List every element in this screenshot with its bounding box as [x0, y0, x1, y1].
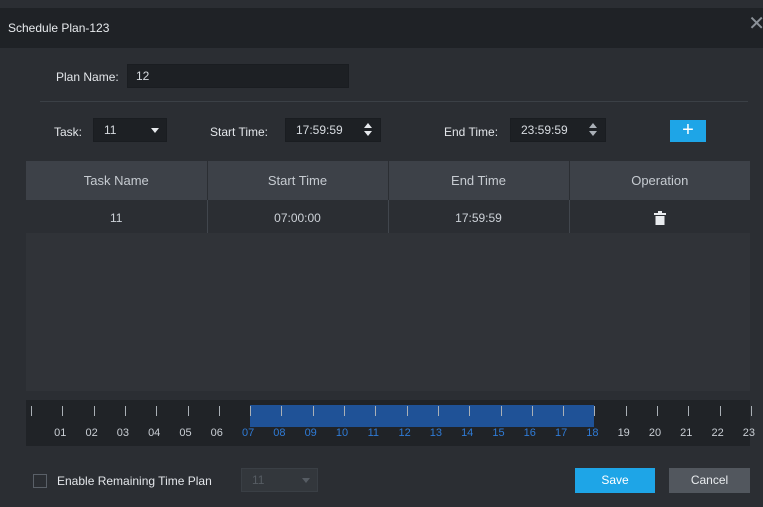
- dialog-titlebar: [0, 8, 763, 48]
- timeline-hour-label: 16: [523, 427, 536, 439]
- cell-end-time: 17:59:59: [388, 200, 570, 236]
- task-select[interactable]: 11: [93, 118, 167, 142]
- timeline-tick: [594, 406, 596, 416]
- trash-icon[interactable]: [653, 210, 666, 225]
- timeline-tick: [657, 406, 658, 416]
- timeline-hour-label: 08: [273, 427, 286, 439]
- timeline-tick: [625, 406, 627, 416]
- timeline-tick: [312, 406, 314, 416]
- timeline-hour-label: 12: [398, 427, 411, 439]
- timeline-tick: [688, 406, 690, 416]
- timeline-tick: [469, 406, 471, 416]
- timeline-tick: [62, 406, 64, 416]
- timeline-hour-label: 22: [711, 427, 724, 439]
- timeline-hour-label: 10: [335, 427, 349, 439]
- column-header-task-name[interactable]: Task Name: [26, 161, 208, 200]
- timeline-tick: [719, 406, 721, 416]
- timeline-tick: [218, 406, 220, 416]
- remaining-task-select: 11: [241, 468, 318, 492]
- task-label: Task:: [54, 125, 83, 139]
- start-time-value: 17:59:59: [296, 123, 343, 137]
- timeline-bar[interactable]: 01 02 03 04 05 06 07 08 09 10 11 12 13 14 15 16 17 18 19 20…: [26, 400, 755, 446]
- enable-remaining-label: Enable Remaining Time Plan: [57, 474, 212, 488]
- add-task-button[interactable]: +: [670, 120, 706, 142]
- column-header-end-time[interactable]: End Time: [388, 161, 570, 200]
- timeline-hour-label: 23: [742, 427, 756, 439]
- timeline-hour-label: 01: [54, 427, 67, 439]
- table-row[interactable]: 11 07:00:00 17:59:59: [26, 200, 750, 236]
- timeline-tick: [750, 406, 752, 416]
- timeline-tick: [124, 406, 126, 416]
- start-time-label: Start Time:: [210, 125, 269, 139]
- start-time-input[interactable]: 17:59:59: [285, 118, 381, 142]
- timeline-hour-label: 18: [586, 427, 599, 439]
- timeline-hour-label: 15: [492, 427, 505, 439]
- timeline-hour-label: 20: [648, 427, 662, 439]
- timeline-tick: [531, 406, 533, 416]
- plan-name-input[interactable]: 12: [127, 64, 349, 88]
- timeline-hour-label: 14: [461, 427, 474, 439]
- table-empty-area: [26, 233, 750, 391]
- cell-operation: [569, 200, 750, 236]
- timeline-tick: [500, 406, 502, 416]
- cancel-button[interactable]: Cancel: [669, 468, 750, 493]
- cell-start-time: 07:00:00: [207, 200, 389, 236]
- timeline-tick: [437, 406, 439, 416]
- column-header-start-time[interactable]: Start Time: [207, 161, 389, 200]
- timeline-tick: [406, 406, 408, 416]
- timeline-hour-label: 06: [210, 427, 223, 439]
- timeline-hour-label: 13: [429, 427, 443, 439]
- remaining-task-value: 11: [252, 473, 265, 487]
- plan-name-label: Plan Name:: [56, 70, 119, 84]
- column-header-operation: Operation: [569, 161, 750, 200]
- timeline-selection[interactable]: [250, 405, 595, 427]
- timeline-tick: [563, 406, 565, 416]
- timeline-tick: [281, 406, 283, 416]
- timeline-hour-label: 04: [148, 427, 161, 439]
- end-time-input[interactable]: 23:59:59: [510, 118, 606, 142]
- divider: [40, 101, 748, 102]
- task-table: Task Name Start Time End Time Operation …: [26, 161, 750, 236]
- end-time-value: 23:59:59: [521, 123, 568, 137]
- chevron-down-icon: [302, 478, 310, 483]
- timeline-hour-label: 07: [241, 427, 255, 439]
- timeline-hour-label: 03: [116, 427, 130, 439]
- cell-task-name: 11: [26, 200, 208, 236]
- timeline-tick: [156, 406, 158, 416]
- timeline-hour-label: 11: [367, 427, 380, 439]
- timeline-tick: [250, 406, 252, 416]
- timeline-hour-label: 09: [304, 427, 317, 439]
- spinner-icon[interactable]: [364, 123, 372, 137]
- timeline-tick: [187, 406, 189, 416]
- timeline-tick: [93, 406, 95, 416]
- timeline-hour-label: 21: [680, 427, 693, 439]
- timeline-tick: [375, 406, 377, 416]
- enable-remaining-checkbox[interactable]: [33, 474, 47, 488]
- close-icon[interactable]: ✕: [748, 14, 763, 34]
- table-header-row: Task Name Start Time End Time Operation: [26, 161, 750, 200]
- save-button[interactable]: Save: [575, 468, 655, 493]
- task-select-value: 11: [104, 123, 117, 137]
- end-time-label: End Time:: [444, 125, 499, 139]
- timeline-tick: [344, 406, 345, 416]
- timeline-hour-label: 05: [179, 427, 192, 439]
- timeline-hour-label: 19: [617, 427, 630, 439]
- dialog-title: Schedule Plan-123: [8, 21, 110, 35]
- timeline-tick: [31, 406, 32, 416]
- chevron-down-icon: [151, 128, 159, 133]
- timeline-hour-label: 17: [554, 427, 568, 439]
- spinner-icon[interactable]: [589, 123, 597, 137]
- timeline-hour-label: 02: [85, 427, 98, 439]
